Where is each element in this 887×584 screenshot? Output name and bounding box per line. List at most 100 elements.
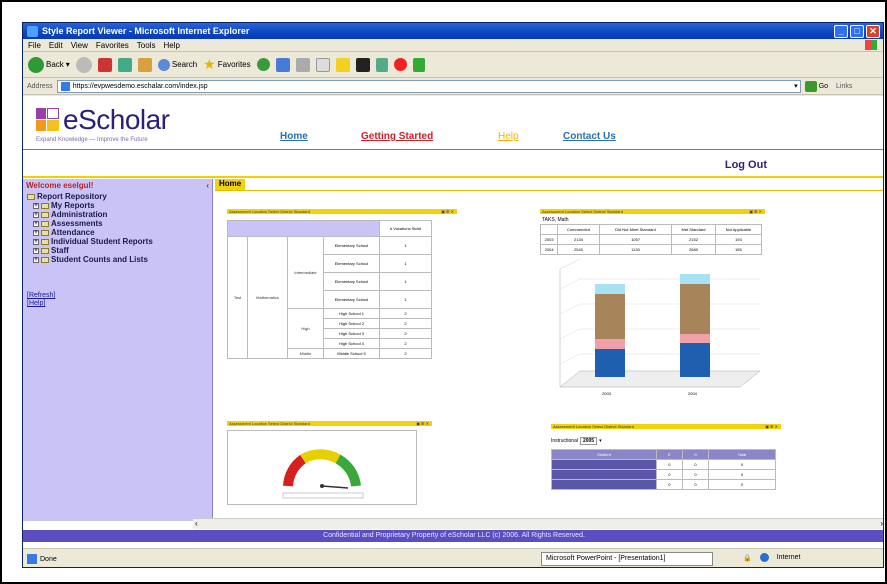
nav-home[interactable]: Home (280, 131, 308, 142)
edit-icon[interactable] (335, 57, 350, 72)
menu-tools[interactable]: Tools (137, 41, 156, 50)
expand-icon[interactable]: + (33, 238, 39, 245)
address-label: Address (27, 82, 53, 90)
taskbar-powerpoint[interactable]: Microsoft PowerPoint - [Presentation1] (541, 552, 713, 566)
address-input[interactable]: https://evpwesdemo.eschalar.com/index.js… (56, 79, 801, 93)
brand-tagline: Expand Knowledge — Improve the Future (36, 137, 148, 143)
media-icon[interactable] (256, 58, 270, 71)
search-label: Search (171, 60, 198, 69)
tab-home[interactable]: Home (215, 179, 246, 190)
table-cell: 2 (378, 348, 433, 359)
menu-help[interactable]: Help (163, 41, 179, 50)
table-cell: Middle School 5 (323, 348, 380, 359)
sidebar-help-link[interactable]: [Help] (27, 300, 212, 308)
menu-edit[interactable]: Edit (49, 41, 63, 50)
scroll-right-icon[interactable]: › (880, 519, 883, 528)
links-button[interactable]: Links (836, 83, 852, 90)
refresh-icon[interactable] (117, 57, 132, 72)
print-icon[interactable] (315, 57, 330, 72)
folder-icon (41, 202, 49, 209)
expand-icon[interactable]: + (33, 211, 39, 218)
tree-item-student-counts[interactable]: + Student Counts and Lists (23, 255, 212, 264)
table-cell: High School 3 (323, 328, 380, 339)
messenger-icon[interactable] (375, 57, 388, 72)
select-label: Instructional (551, 438, 578, 444)
tree-label: Assessments (51, 219, 103, 228)
close-button[interactable]: ✕ (866, 24, 880, 38)
forward-button[interactable] (75, 56, 92, 73)
table-cell: 2152 (671, 234, 716, 245)
status-bar: Done Microsoft PowerPoint - [Presentatio… (23, 548, 883, 567)
panel-controls-icon[interactable]: ▣ ⊞ ✕ (416, 421, 432, 426)
panel-controls-icon[interactable]: ▣ ⊞ ✕ (765, 424, 781, 429)
folder-icon (27, 193, 35, 200)
table-cell: 155 (714, 244, 763, 255)
go-button[interactable]: Go (804, 80, 828, 92)
table-cell: 0 (707, 469, 777, 480)
expand-icon[interactable]: + (33, 256, 39, 263)
tree-item-staff[interactable]: + Staff (23, 246, 212, 255)
address-dropdown-icon[interactable]: ▾ (794, 82, 798, 90)
table-header: E (655, 449, 683, 460)
menu-view[interactable]: View (71, 41, 88, 50)
stop-icon[interactable] (97, 57, 112, 72)
table-cell: Elementary School (323, 236, 380, 255)
main-content: Home Assessment Location Select District… (215, 179, 883, 521)
tree-item-my-reports[interactable]: + My Reports (23, 201, 212, 210)
table-cell: 2 (378, 308, 433, 319)
logout-link[interactable]: Log Out (725, 159, 767, 171)
expand-icon[interactable]: + (33, 247, 39, 254)
mail-icon[interactable] (295, 57, 310, 72)
favorites-button[interactable]: ★ Favorites (203, 56, 250, 73)
folder-icon (41, 256, 49, 263)
menu-file[interactable]: File (28, 41, 41, 50)
table-cell: High School 1 (323, 308, 380, 319)
nav-getting-started[interactable]: Getting Started (361, 131, 433, 142)
table-header: S (681, 449, 709, 460)
year-select[interactable]: 2005 (579, 437, 598, 445)
home-icon[interactable] (137, 57, 152, 72)
table-col-header: # Vocations Stdnt (378, 220, 433, 237)
expand-icon[interactable]: + (33, 202, 39, 209)
table-cell: 0 (681, 479, 709, 490)
minimize-button[interactable]: _ (834, 24, 848, 38)
table-cell (539, 224, 559, 235)
folder-icon (41, 247, 49, 254)
tree-item-attendance[interactable]: + Attendance (23, 228, 212, 237)
horizontal-scrollbar[interactable]: ‹ › (193, 518, 883, 529)
select-dropdown-icon[interactable]: ▾ (599, 438, 602, 444)
tree-item-administration[interactable]: + Administration (23, 210, 212, 219)
panel-summary-table: Assessment Location Select District Stan… (551, 424, 781, 509)
search-button[interactable]: Search (157, 58, 198, 71)
research-icon[interactable] (393, 58, 407, 71)
panel-controls-icon[interactable]: ▣ ⊞ ✕ (441, 209, 457, 214)
refresh-link[interactable]: [Refresh] (27, 292, 212, 300)
expand-icon[interactable]: + (33, 229, 39, 236)
table-cell: 0 (655, 469, 683, 480)
tree-item-assessments[interactable]: + Assessments (23, 219, 212, 228)
collapse-sidebar-icon[interactable]: ‹ (206, 181, 209, 190)
nav-contact-us[interactable]: Contact Us (563, 131, 616, 142)
table-cell: 0 (707, 479, 777, 490)
table-cell: 193 (714, 234, 763, 245)
table-header: Met Standard (671, 224, 716, 235)
favorites-label: Favorites (217, 60, 251, 69)
header-divider (23, 149, 883, 150)
scroll-left-icon[interactable]: ‹ (195, 519, 198, 528)
maximize-button[interactable]: □ (850, 24, 864, 38)
discuss-icon[interactable] (355, 57, 370, 72)
back-button[interactable]: Back ▾ (28, 56, 70, 73)
tree-item-individual-student-reports[interactable]: + Individual Student Reports (23, 237, 212, 246)
expand-icon[interactable]: + (33, 220, 39, 227)
tree-item-report-repository[interactable]: Report Repository (23, 192, 212, 201)
menu-favorites[interactable]: Favorites (96, 41, 129, 50)
toolbar-icon[interactable] (412, 57, 425, 72)
table-header-spacer (227, 220, 380, 237)
history-icon[interactable] (275, 57, 290, 72)
lock-icon: 🔒 (743, 554, 752, 562)
tree-label: Individual Student Reports (51, 237, 153, 246)
nav-help[interactable]: Help (498, 131, 519, 142)
table-cell: 0 (707, 459, 777, 470)
table-cell: 1057 (598, 234, 673, 245)
panel-controls-icon[interactable]: ▣ ⊞ ✕ (749, 209, 765, 214)
